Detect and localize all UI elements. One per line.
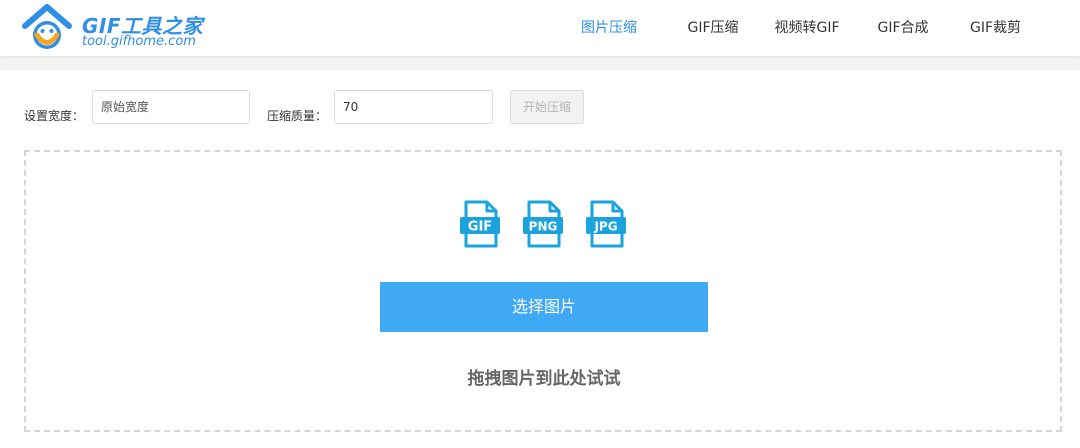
site-logo[interactable]: GIF工具之家 tool.gifhome.com bbox=[22, 4, 212, 52]
png-file-icon: PNG bbox=[523, 200, 563, 248]
width-label: 设置宽度： bbox=[24, 109, 85, 123]
select-image-button[interactable]: 选择图片 bbox=[380, 282, 708, 332]
start-compress-button[interactable]: 开始压缩 bbox=[510, 90, 584, 124]
nav-gif-crop[interactable]: GIF裁剪 bbox=[950, 0, 1080, 56]
main-nav: 图片压缩 GIF压缩 视频转GIF GIF合成 GIF裁剪 bbox=[550, 0, 1080, 56]
drop-zone[interactable]: GIF PNG JPG 选择图片 拖拽图片到此处试试 bbox=[24, 150, 1062, 432]
site-header: GIF工具之家 tool.gifhome.com 图片压缩 GIF压缩 视频转G… bbox=[0, 0, 1080, 56]
jpg-file-label: JPG bbox=[593, 220, 617, 234]
quality-label: 压缩质量： bbox=[267, 109, 328, 123]
png-file-label: PNG bbox=[529, 220, 558, 234]
jpg-file-icon: JPG bbox=[586, 200, 626, 248]
logo-subtitle: tool.gifhome.com bbox=[82, 34, 196, 49]
nav-gif-merge[interactable]: GIF合成 bbox=[856, 0, 950, 56]
width-input[interactable] bbox=[92, 90, 250, 124]
nav-video-to-gif[interactable]: 视频转GIF bbox=[758, 0, 856, 56]
nav-gif-compress[interactable]: GIF压缩 bbox=[668, 0, 758, 56]
house-logo-icon bbox=[22, 4, 72, 49]
quality-input[interactable] bbox=[334, 90, 493, 124]
compress-panel: 设置宽度： 压缩质量： 开始压缩 GIF PNG JPG 选择图片 拖拽图片到此… bbox=[0, 70, 1080, 448]
drop-hint-text: 拖拽图片到此处试试 bbox=[467, 369, 621, 389]
gif-file-label: GIF bbox=[468, 220, 492, 235]
gif-file-icon: GIF bbox=[460, 200, 500, 248]
nav-image-compress[interactable]: 图片压缩 bbox=[550, 0, 668, 56]
